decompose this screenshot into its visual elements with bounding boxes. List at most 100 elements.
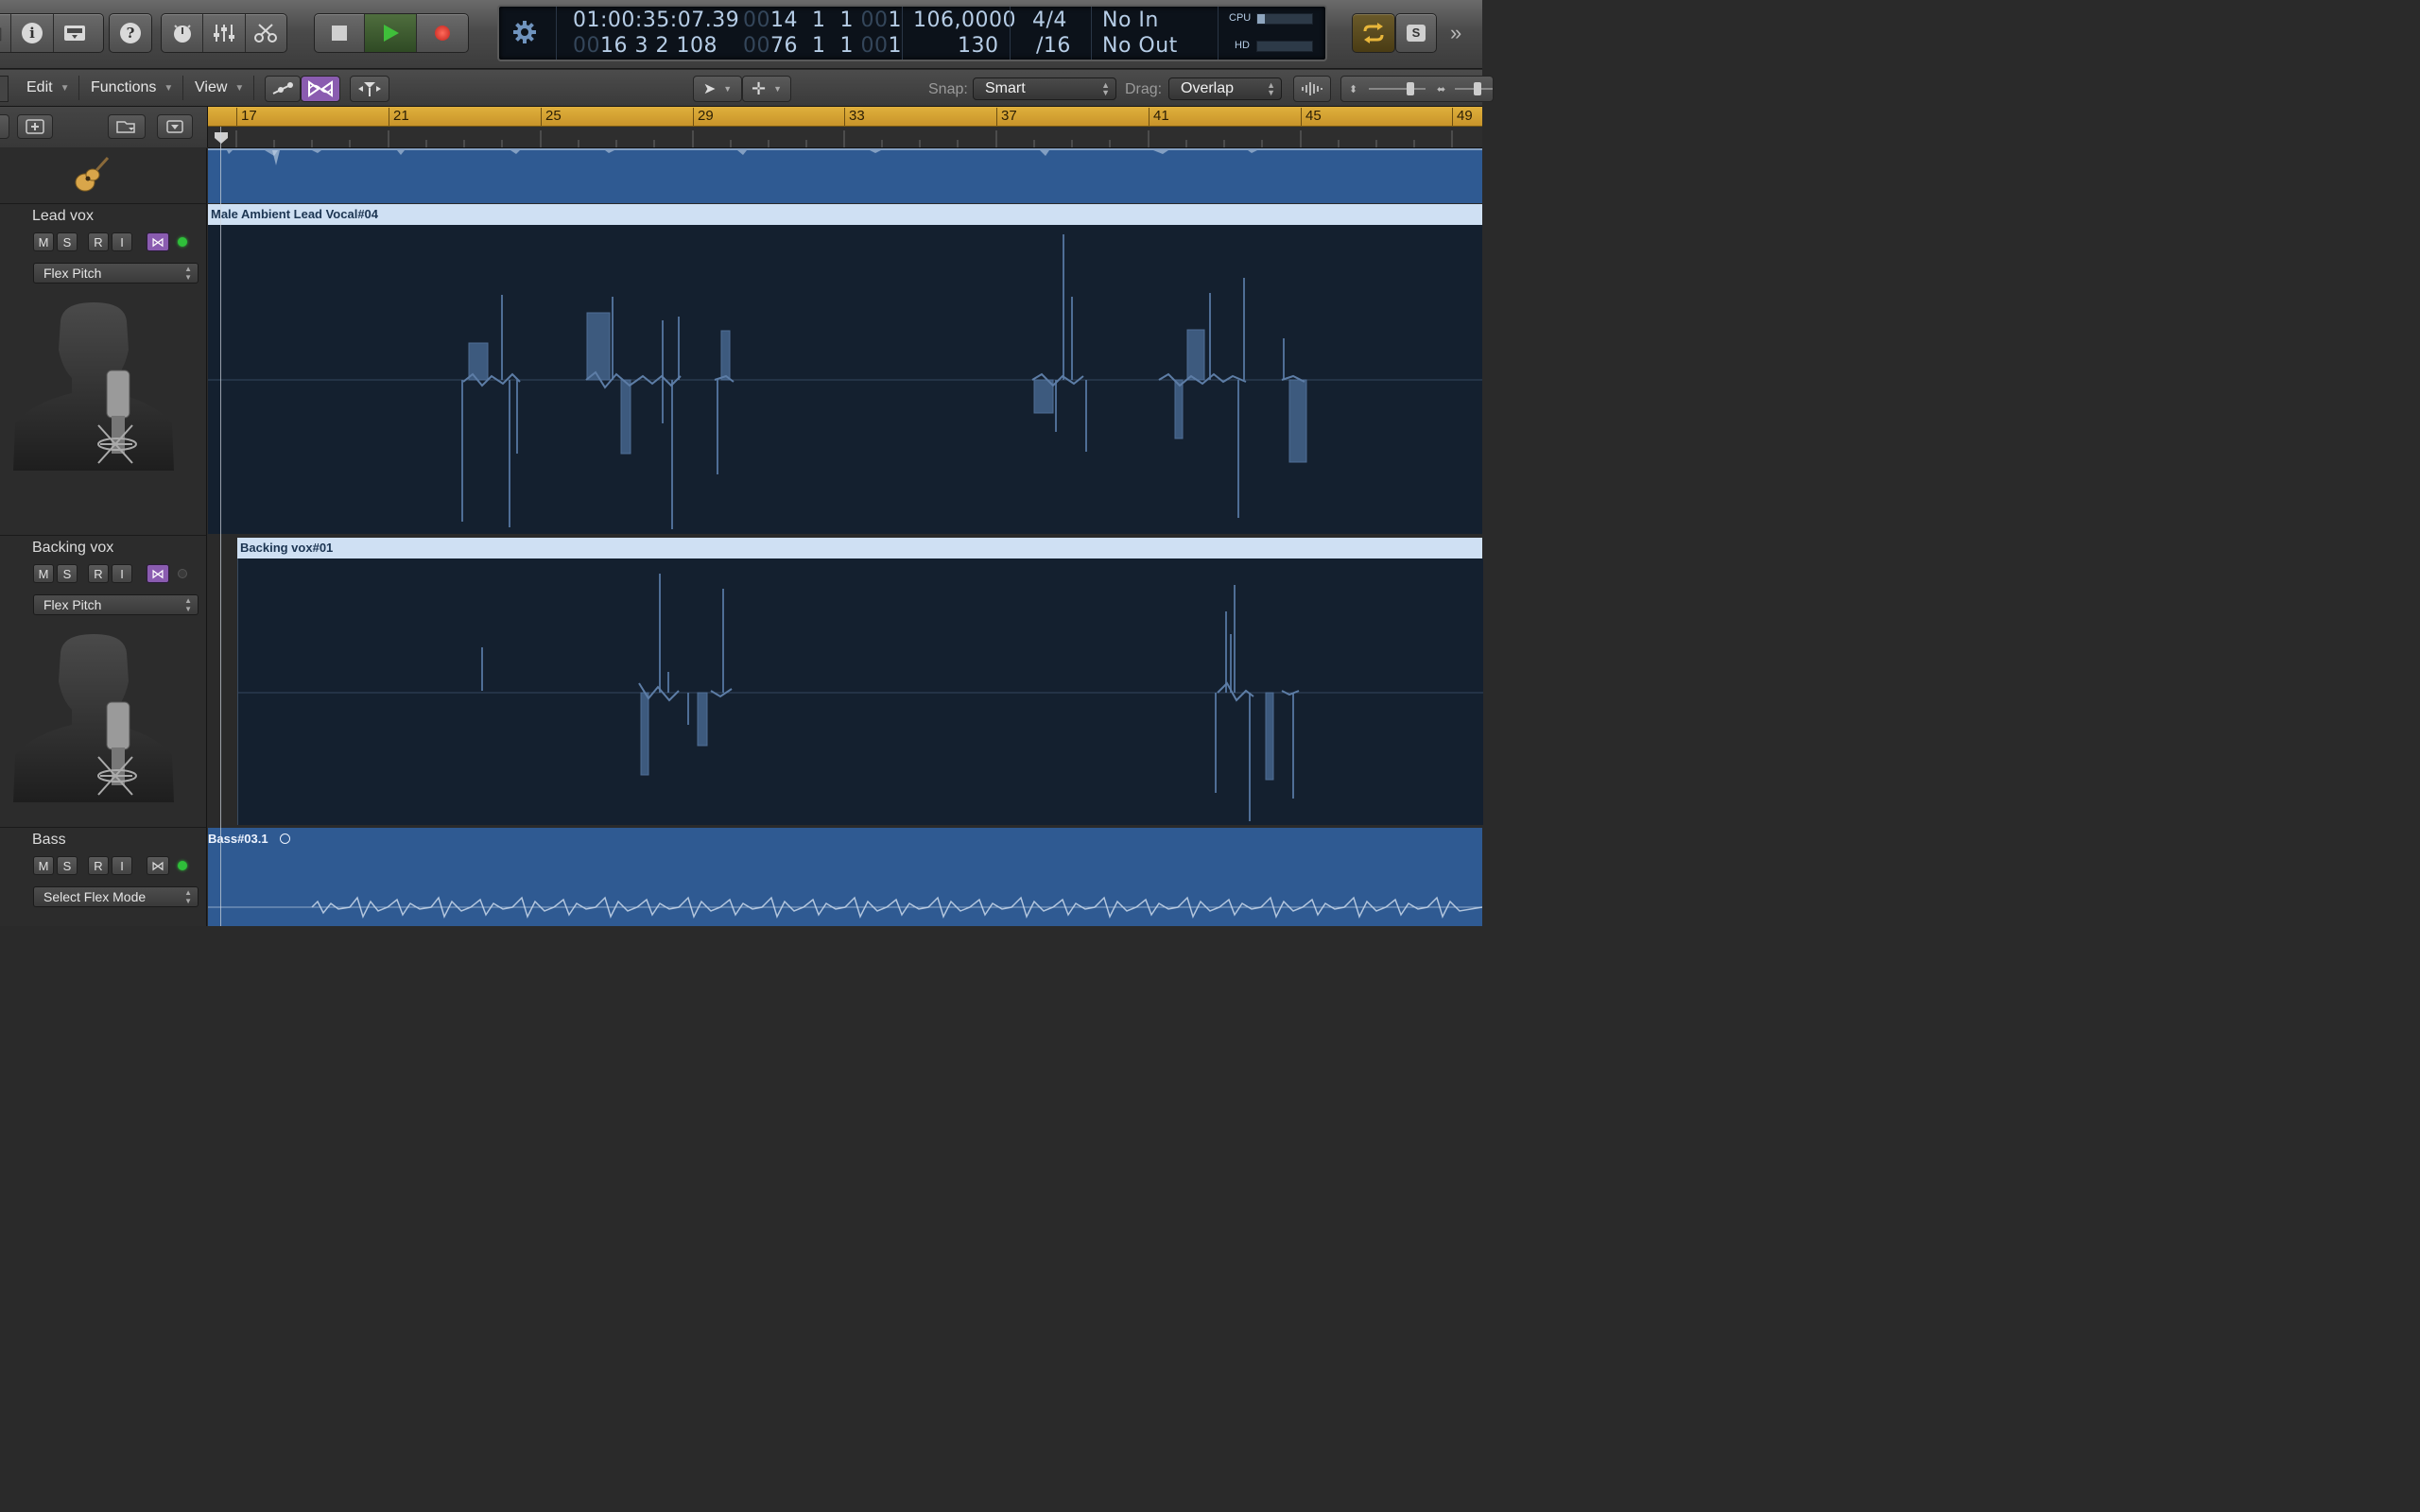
pointer-tool-select[interactable]: ➤ ▼ [693, 76, 742, 102]
solo-mode-group: S [1395, 13, 1437, 53]
record-enable-button[interactable]: R [88, 856, 109, 875]
library-button[interactable]: ▯ [0, 14, 11, 52]
catch-icon [358, 82, 381, 96]
backing-vox-flex-pitch-region[interactable] [237, 558, 1483, 825]
mute-button[interactable]: M [33, 564, 54, 583]
locator-bottom: 0076 1 1 001 [743, 34, 902, 58]
stop-button[interactable] [315, 14, 365, 52]
input-monitor-button[interactable]: I [112, 232, 132, 251]
track-flex-toggle[interactable]: ⋈ [147, 564, 169, 583]
track-header-lead-vox[interactable]: Lead vox M S R I ⋈ Flex Pitch ▲ ▼ [0, 204, 207, 536]
help-button-group: ? [109, 13, 152, 53]
snap-select[interactable]: Smart ▲ ▼ [973, 77, 1116, 100]
track-header-backing-vox[interactable]: Backing vox M S R I ⋈ Flex Pitch ▲ ▼ [0, 536, 207, 828]
info-icon: i [22, 23, 43, 43]
zoom-sliders[interactable]: ⬍ ⬌ [1340, 76, 1494, 102]
toolbar-button[interactable] [54, 14, 95, 52]
input-monitor-button[interactable]: I [112, 856, 132, 875]
bass-waveform [208, 896, 1482, 919]
mixer-button[interactable] [203, 14, 246, 52]
waveform-icon [1302, 82, 1322, 95]
crosshair-icon: ✛ [751, 78, 767, 98]
guitar-region[interactable] [208, 148, 1482, 203]
up-down-arrows-icon: ▲ ▼ [184, 888, 192, 905]
automation-button[interactable] [265, 76, 301, 102]
mute-button[interactable]: M [33, 856, 54, 875]
bar-ruler[interactable]: 17 21 25 29 33 37 41 45 49 [208, 107, 1482, 127]
chevron-down-icon: ▼ [60, 82, 70, 94]
chevron-down-icon: ▼ [164, 82, 174, 94]
bars-position-bottom: 0016 3 2 108 [573, 34, 717, 58]
hd-label: HD [1235, 40, 1250, 51]
lead-vox-flex-pitch-region[interactable] [208, 225, 1482, 534]
catch-playhead-button[interactable] [350, 76, 389, 102]
bar-17: 17 [236, 108, 257, 126]
acoustic-guitar-icon [75, 156, 110, 192]
flex-button[interactable] [301, 76, 340, 102]
beat-ruler[interactable] [208, 127, 1482, 148]
up-down-arrows-icon: ▲ ▼ [1267, 80, 1275, 97]
region-name-backing-vox[interactable]: Backing vox#01 [237, 538, 1482, 558]
settings-gear-icon[interactable] [512, 20, 537, 49]
drag-select[interactable]: Overlap ▲ ▼ [1168, 77, 1282, 100]
play-button[interactable] [365, 14, 417, 52]
view-button-group: ▯ i [0, 13, 104, 53]
quick-help-button[interactable]: ? [110, 14, 151, 52]
solo-mode-label: S [1407, 25, 1426, 42]
track-name: Lead vox [32, 208, 94, 224]
bar-37: 37 [996, 108, 1017, 126]
toolbar-icon [64, 26, 85, 41]
folder-arrow-icon [116, 121, 135, 133]
bars-position-top: 0014 1 1 001 [743, 9, 902, 32]
track-header-guitar[interactable] [0, 148, 207, 204]
solo-mode-button[interactable]: S [1396, 14, 1436, 52]
transport-group [314, 13, 469, 53]
menu-edit[interactable]: Edit ▼ [17, 76, 80, 100]
menu-view[interactable]: View ▼ [185, 76, 255, 100]
bar-29: 29 [693, 108, 714, 126]
smart-controls-button[interactable] [162, 14, 204, 52]
library-icon: ▯ [0, 24, 3, 43]
lcd-display[interactable]: 01:00:35:07.39 0016 3 2 108 0014 1 1 001… [497, 5, 1327, 61]
track-header-bass[interactable]: Bass M S R I ⋈ Select Flex Mode ▲ ▼ [0, 828, 207, 926]
horizontal-zoom-slider[interactable] [1455, 82, 1493, 95]
solo-button[interactable]: S [57, 232, 78, 251]
more-chevron-icon[interactable]: » [1450, 21, 1461, 45]
track-flex-toggle[interactable]: ⋈ [147, 856, 169, 875]
flex-mode-select[interactable]: Flex Pitch ▲ ▼ [33, 263, 199, 284]
track-flex-toggle[interactable]: ⋈ [147, 232, 169, 251]
vocalist-silhouette-icon [13, 634, 174, 802]
scissors-icon [254, 24, 278, 43]
midi-in-display: No In [1102, 9, 1159, 32]
chevron-box-icon [166, 120, 183, 133]
record-button[interactable] [417, 14, 468, 52]
waveform-zoom-button[interactable] [1293, 76, 1331, 102]
solo-button[interactable]: S [57, 856, 78, 875]
flex-mode-select[interactable]: Select Flex Mode ▲ ▼ [33, 886, 199, 907]
secondary-tool-select[interactable]: ✛ ▼ [742, 76, 791, 102]
cycle-icon [1363, 23, 1384, 43]
cycle-button[interactable] [1353, 14, 1394, 52]
flex-mode-select[interactable]: Flex Pitch ▲ ▼ [33, 594, 199, 615]
new-track-button[interactable] [17, 114, 53, 139]
beat-ticks [215, 130, 1453, 147]
menu-functions[interactable]: Functions ▼ [81, 76, 184, 100]
input-monitor-button[interactable]: I [112, 564, 132, 583]
editors-button[interactable] [246, 14, 286, 52]
snap-label: Snap: [928, 81, 968, 97]
vocalist-silhouette-icon [13, 302, 174, 471]
guitar-waveform [208, 148, 1482, 165]
mute-button[interactable]: M [33, 232, 54, 251]
record-icon [435, 26, 450, 41]
record-enable-button[interactable]: R [88, 232, 109, 251]
record-enable-button[interactable]: R [88, 564, 109, 583]
inspector-button[interactable]: i [11, 14, 54, 52]
header-menu-button[interactable] [157, 114, 193, 139]
bass-region[interactable]: Bass#03.1 [208, 828, 1482, 926]
vertical-zoom-slider[interactable] [1369, 82, 1426, 95]
group-button[interactable] [108, 114, 146, 139]
solo-button[interactable]: S [57, 564, 78, 583]
global-tracks-edge[interactable] [0, 114, 9, 139]
region-name-lead-vox[interactable]: Male Ambient Lead Vocal#04 [208, 204, 1482, 225]
playhead-handle[interactable] [215, 132, 228, 144]
